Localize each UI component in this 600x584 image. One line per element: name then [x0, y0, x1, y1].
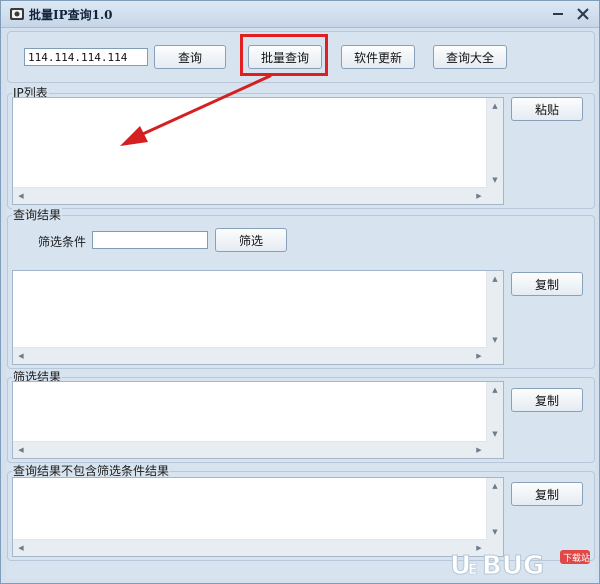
scroll-left-icon[interactable]: ◀	[13, 348, 29, 364]
scroll-right-icon[interactable]: ▶	[471, 188, 487, 204]
scroll-up-icon[interactable]: ▲	[487, 478, 503, 494]
vertical-scrollbar[interactable]: ▲ ▼	[486, 478, 503, 540]
ip-list-box: IP列表 ▲ ▼ ◀ ▶ 粘贴	[7, 86, 595, 209]
excluded-result-title: 查询结果不包含筛选条件结果	[12, 464, 171, 478]
filter-result-copy-button[interactable]: 复制	[511, 388, 583, 412]
svg-text:下载站: 下载站	[563, 552, 590, 564]
scroll-down-icon[interactable]: ▼	[487, 172, 503, 188]
scroll-right-icon[interactable]: ▶	[471, 348, 487, 364]
scroll-left-icon[interactable]: ◀	[13, 188, 29, 204]
filter-result-box: 筛选结果 ▲ ▼ ◀ ▶ 复制	[7, 370, 595, 463]
svg-text:E: E	[468, 562, 478, 578]
scroll-right-icon[interactable]: ▶	[471, 442, 487, 458]
vertical-scrollbar[interactable]: ▲ ▼	[486, 382, 503, 442]
vertical-scrollbar[interactable]: ▲ ▼	[486, 98, 503, 188]
query-result-box: 查询结果 筛选条件 筛选 ▲ ▼ ◀ ▶ 复制	[7, 208, 595, 369]
filter-condition-input[interactable]	[92, 231, 208, 249]
svg-text:BUG: BUG	[482, 551, 544, 581]
horizontal-scrollbar[interactable]: ◀ ▶	[13, 441, 487, 458]
watermark-logo: U E BUG 下载站	[450, 550, 590, 582]
query-result-title: 查询结果	[12, 208, 63, 222]
scroll-corner	[487, 188, 503, 204]
scroll-corner	[487, 442, 503, 458]
main-content: 查询 批量查询 软件更新 查询大全 IP列表 ▲ ▼ ◀ ▶ 粘贴	[7, 31, 595, 579]
annotation-arrow-icon	[120, 74, 272, 146]
scroll-down-icon[interactable]: ▼	[487, 524, 503, 540]
scroll-up-icon[interactable]: ▲	[487, 382, 503, 398]
minimize-icon[interactable]	[549, 5, 567, 23]
horizontal-scrollbar[interactable]: ◀ ▶	[13, 539, 487, 556]
app-window: 批量IP查询1.0 查询 批量查询 软件更新 查询大全 IP列表 ▲ ▼	[0, 0, 600, 584]
filter-result-textarea[interactable]: ▲ ▼ ◀ ▶	[12, 381, 504, 459]
excluded-result-textarea[interactable]: ▲ ▼ ◀ ▶	[12, 477, 504, 557]
filter-condition-label: 筛选条件	[38, 235, 87, 249]
vertical-scrollbar[interactable]: ▲ ▼	[486, 271, 503, 348]
query-all-button[interactable]: 查询大全	[433, 45, 507, 69]
query-result-copy-button[interactable]: 复制	[511, 272, 583, 296]
filter-button[interactable]: 筛选	[215, 228, 287, 252]
horizontal-scrollbar[interactable]: ◀ ▶	[13, 187, 487, 204]
scroll-up-icon[interactable]: ▲	[487, 98, 503, 114]
query-button[interactable]: 查询	[154, 45, 226, 69]
scroll-left-icon[interactable]: ◀	[13, 442, 29, 458]
scroll-up-icon[interactable]: ▲	[487, 271, 503, 287]
scroll-down-icon[interactable]: ▼	[487, 426, 503, 442]
scroll-left-icon[interactable]: ◀	[13, 540, 29, 556]
excluded-result-copy-button[interactable]: 复制	[511, 482, 583, 506]
query-result-textarea[interactable]: ▲ ▼ ◀ ▶	[12, 270, 504, 365]
paste-button[interactable]: 粘贴	[511, 97, 583, 121]
ip-input[interactable]	[24, 48, 148, 66]
close-icon[interactable]	[574, 5, 592, 23]
software-update-button[interactable]: 软件更新	[341, 45, 415, 69]
scroll-corner	[487, 348, 503, 364]
scroll-down-icon[interactable]: ▼	[487, 332, 503, 348]
app-icon	[10, 8, 24, 20]
title-bar[interactable]: 批量IP查询1.0	[1, 1, 599, 28]
horizontal-scrollbar[interactable]: ◀ ▶	[13, 347, 487, 364]
window-title: 批量IP查询1.0	[29, 8, 113, 22]
